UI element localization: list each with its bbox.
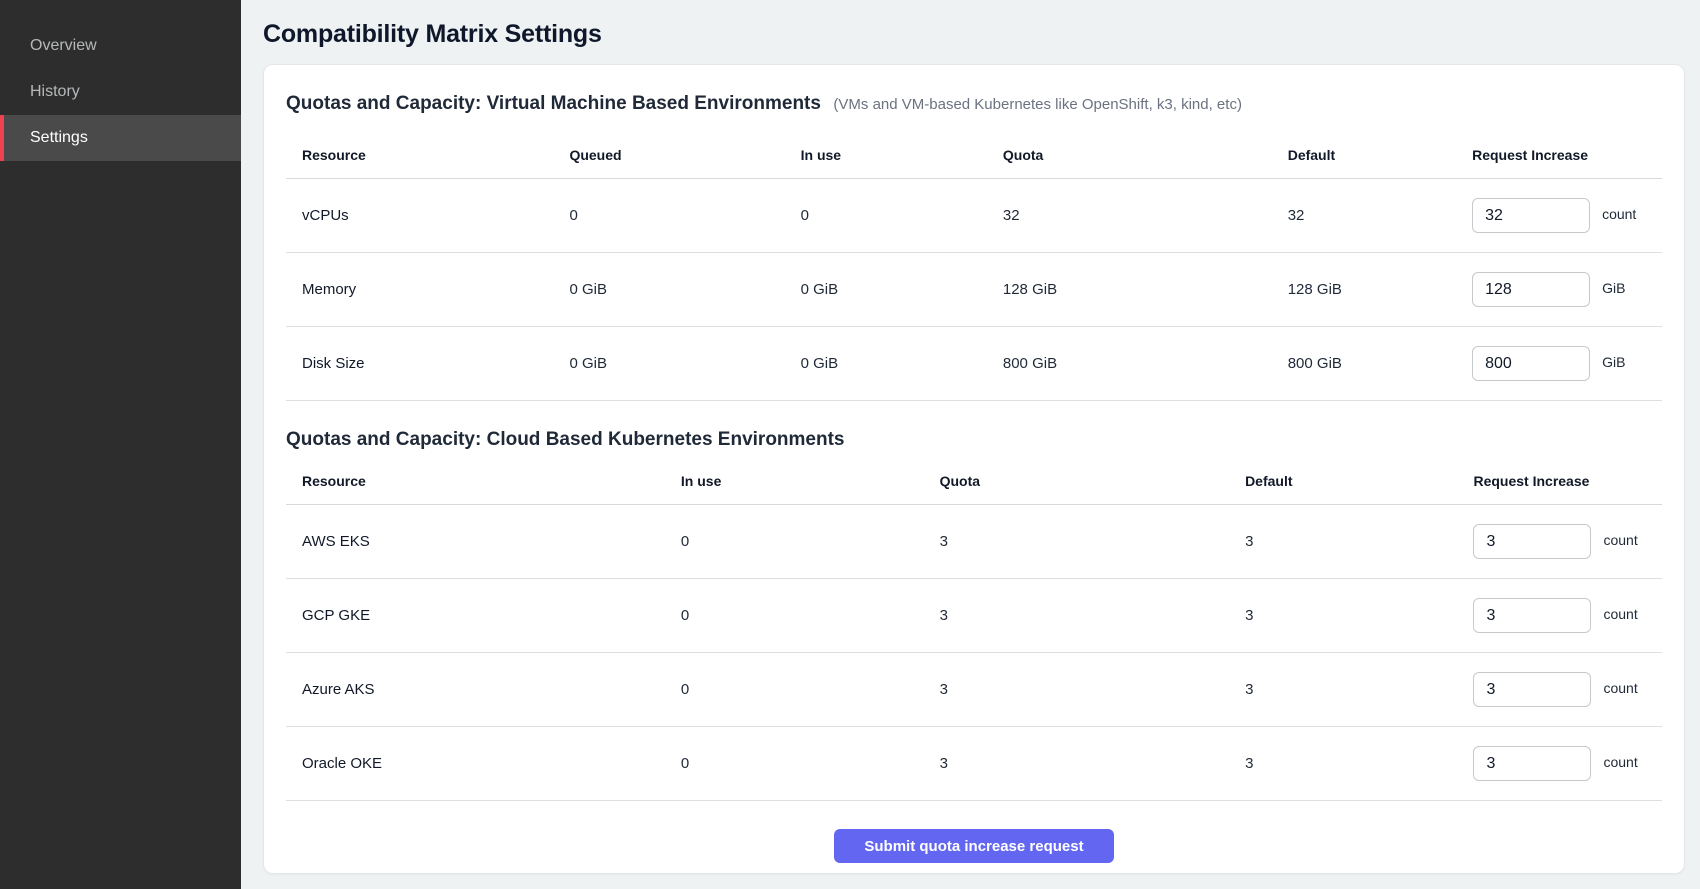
request-increase-input[interactable] (1473, 524, 1591, 559)
request-increase-input[interactable] (1472, 272, 1590, 307)
request-increase-input[interactable] (1473, 746, 1591, 781)
quota-value: 32 (1003, 207, 1288, 224)
column-header-request-increase: Request Increase (1472, 147, 1662, 163)
column-header-resource: Resource (286, 473, 681, 489)
table-row: Oracle OKE 0 3 3 count (286, 727, 1662, 801)
vm-section-title: Quotas and Capacity: Virtual Machine Bas… (286, 93, 821, 114)
resource-name: AWS EKS (286, 533, 681, 550)
column-header-quota: Quota (1003, 147, 1288, 163)
quota-value: 3 (940, 755, 1245, 772)
card-footer: Submit quota increase request (286, 829, 1662, 863)
resource-name: GCP GKE (286, 607, 681, 624)
column-header-default: Default (1288, 147, 1472, 163)
request-increase-input[interactable] (1473, 672, 1591, 707)
default-value: 3 (1245, 533, 1473, 550)
default-value: 800 GiB (1288, 355, 1472, 372)
queued-value: 0 (569, 207, 800, 224)
default-value: 32 (1288, 207, 1472, 224)
column-header-default: Default (1245, 473, 1473, 489)
resource-name: Azure AKS (286, 681, 681, 698)
request-increase-cell: count (1473, 598, 1662, 633)
main-content: Compatibility Matrix Settings Quotas and… (241, 0, 1700, 889)
vm-section-header: Quotas and Capacity: Virtual Machine Bas… (286, 93, 1662, 115)
request-increase-cell: count (1472, 198, 1662, 233)
sidebar-nav: Overview History Settings (0, 23, 241, 161)
vm-table-body: vCPUs 0 0 32 32 count Memory 0 GiB 0 GiB… (286, 179, 1662, 401)
resource-name: vCPUs (286, 207, 569, 224)
unit-label: GiB (1602, 354, 1625, 370)
default-value: 3 (1245, 755, 1473, 772)
quota-value: 3 (940, 607, 1245, 624)
column-header-request-increase: Request Increase (1473, 473, 1662, 489)
column-header-queued: Queued (569, 147, 800, 163)
sidebar-item-settings[interactable]: Settings (0, 115, 241, 161)
table-row: GCP GKE 0 3 3 count (286, 579, 1662, 653)
request-increase-cell: GiB (1472, 346, 1662, 381)
default-value: 3 (1245, 681, 1473, 698)
k8s-section-title: Quotas and Capacity: Cloud Based Kuberne… (286, 429, 845, 450)
quota-value: 3 (940, 681, 1245, 698)
queued-value: 0 GiB (569, 355, 800, 372)
quota-value: 800 GiB (1003, 355, 1288, 372)
unit-label: count (1602, 206, 1636, 222)
in-use-value: 0 (801, 207, 1003, 224)
in-use-value: 0 (681, 681, 940, 698)
k8s-table-header: Resource In use Quota Default Request In… (286, 457, 1662, 505)
quota-value: 3 (940, 533, 1245, 550)
in-use-value: 0 (681, 533, 940, 550)
queued-value: 0 GiB (569, 281, 800, 298)
resource-name: Memory (286, 281, 569, 298)
in-use-value: 0 (681, 607, 940, 624)
request-increase-cell: count (1473, 524, 1662, 559)
in-use-value: 0 GiB (801, 355, 1003, 372)
k8s-section-header: Quotas and Capacity: Cloud Based Kuberne… (286, 429, 1662, 451)
column-header-quota: Quota (940, 473, 1245, 489)
app-root: Overview History Settings Compatibility … (0, 0, 1700, 889)
settings-card: Quotas and Capacity: Virtual Machine Bas… (263, 64, 1685, 874)
request-increase-input[interactable] (1472, 346, 1590, 381)
page-title: Compatibility Matrix Settings (263, 20, 1685, 49)
table-row: Memory 0 GiB 0 GiB 128 GiB 128 GiB GiB (286, 253, 1662, 327)
vm-section-subtitle: (VMs and VM-based Kubernetes like OpenSh… (833, 96, 1242, 113)
column-header-in-use: In use (801, 147, 1003, 163)
table-row: AWS EKS 0 3 3 count (286, 505, 1662, 579)
unit-label: count (1603, 680, 1637, 696)
in-use-value: 0 (681, 755, 940, 772)
table-row: Disk Size 0 GiB 0 GiB 800 GiB 800 GiB Gi… (286, 327, 1662, 401)
column-header-in-use: In use (681, 473, 940, 489)
request-increase-input[interactable] (1473, 598, 1591, 633)
vm-table-header: Resource Queued In use Quota Default Req… (286, 131, 1662, 179)
sidebar-item-overview[interactable]: Overview (0, 23, 241, 69)
request-increase-input[interactable] (1472, 198, 1590, 233)
request-increase-cell: GiB (1472, 272, 1662, 307)
sidebar-item-history[interactable]: History (0, 69, 241, 115)
unit-label: count (1603, 754, 1637, 770)
default-value: 128 GiB (1288, 281, 1472, 298)
default-value: 3 (1245, 607, 1473, 624)
resource-name: Disk Size (286, 355, 569, 372)
unit-label: GiB (1602, 280, 1625, 296)
in-use-value: 0 GiB (801, 281, 1003, 298)
request-increase-cell: count (1473, 672, 1662, 707)
column-header-resource: Resource (286, 147, 569, 163)
sidebar: Overview History Settings (0, 0, 241, 889)
unit-label: count (1603, 532, 1637, 548)
submit-quota-button[interactable]: Submit quota increase request (834, 829, 1114, 863)
quota-value: 128 GiB (1003, 281, 1288, 298)
table-row: vCPUs 0 0 32 32 count (286, 179, 1662, 253)
request-increase-cell: count (1473, 746, 1662, 781)
resource-name: Oracle OKE (286, 755, 681, 772)
table-row: Azure AKS 0 3 3 count (286, 653, 1662, 727)
unit-label: count (1603, 606, 1637, 622)
k8s-table-body: AWS EKS 0 3 3 count GCP GKE 0 3 3 count … (286, 505, 1662, 801)
